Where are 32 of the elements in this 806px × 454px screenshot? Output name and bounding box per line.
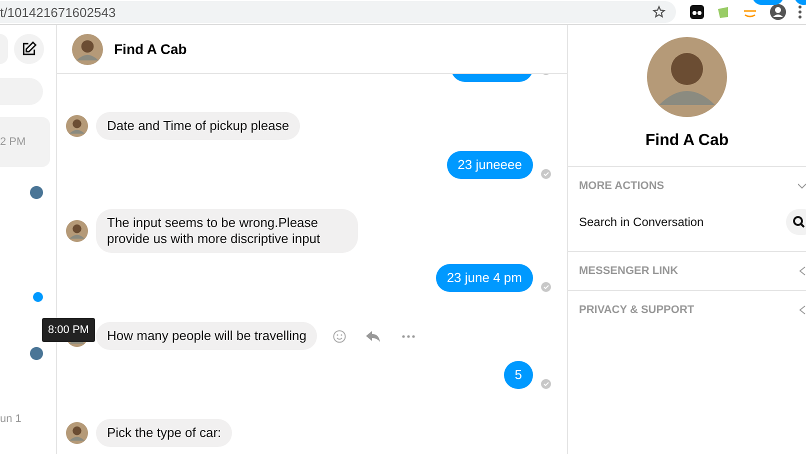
message-bubble: How many people will be travelling xyxy=(96,322,318,350)
profile-icon[interactable] xyxy=(770,4,786,20)
read-receipt-icon xyxy=(541,169,551,179)
section-header[interactable]: PRIVACY & SUPPORT xyxy=(568,291,806,329)
contact-avatar xyxy=(72,34,103,64)
message-bubble: The input seems to be wrong.Please provide us with more discriptive input xyxy=(96,209,358,253)
read-receipt-icon xyxy=(541,282,551,292)
more-icon[interactable] xyxy=(402,334,416,338)
compose-button[interactable] xyxy=(14,34,44,64)
emoji-icon[interactable] xyxy=(333,330,346,342)
message-bubble: Date and Time of pickup please xyxy=(96,112,300,140)
menu-icon[interactable] xyxy=(798,5,802,19)
timestamp-tooltip: 8:00 PM xyxy=(42,318,95,342)
contact-name: Find A Cab xyxy=(645,132,729,150)
message-bubble: Pick the type of car: xyxy=(96,419,232,447)
search-in-conversation[interactable]: Search in Conversation xyxy=(568,205,806,239)
search-icon xyxy=(786,209,806,235)
read-receipt-icon xyxy=(541,379,551,389)
section-header[interactable]: MESSENGER LINK xyxy=(568,252,806,290)
star-icon[interactable] xyxy=(652,5,666,19)
address-text[interactable]: t/101421671602543 xyxy=(0,4,116,20)
reply-icon[interactable] xyxy=(366,330,380,342)
message-bubble: 5 xyxy=(504,361,533,389)
message-bubble: 23 juneeee xyxy=(446,151,533,179)
conversation-time: un 1 xyxy=(0,413,22,425)
message-bubble: 23 june 4 pm xyxy=(436,264,533,292)
extension-icon[interactable] xyxy=(690,5,704,19)
conversation-item[interactable]: 2 PM xyxy=(0,117,50,167)
section-header[interactable]: MORE ACTIONS xyxy=(568,167,806,205)
conversation-time: 2 PM xyxy=(0,136,26,148)
compose-icon xyxy=(21,41,37,57)
conversation-title: Find A Cab xyxy=(114,41,187,57)
